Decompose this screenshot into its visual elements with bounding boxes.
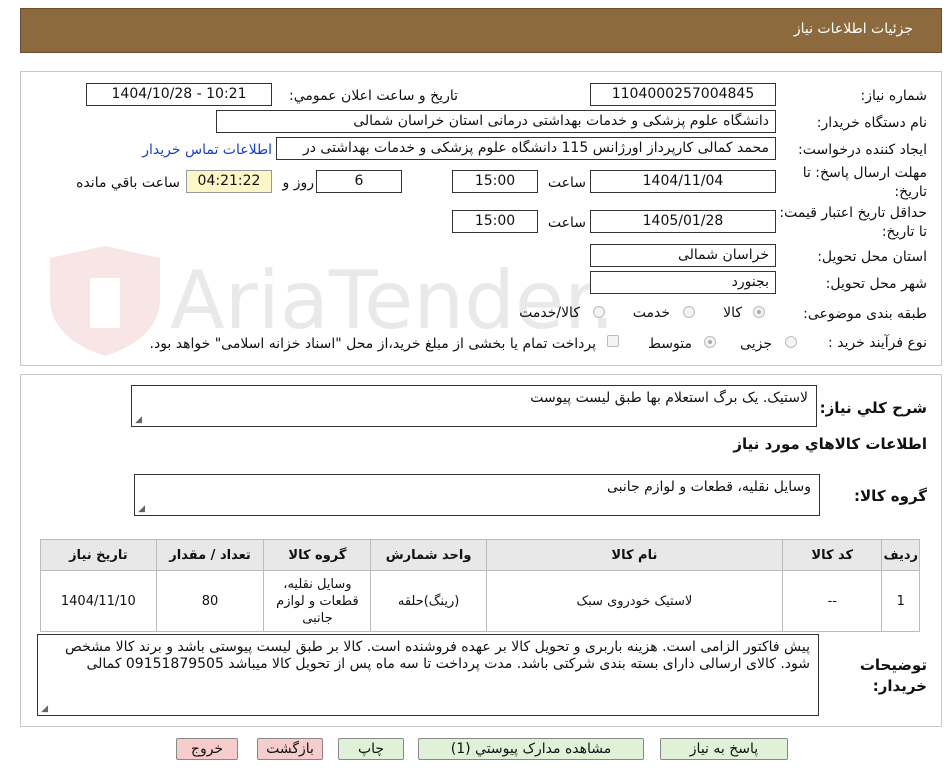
category-radio-service[interactable] xyxy=(683,306,695,318)
category-radio-goods[interactable] xyxy=(753,306,765,318)
col-qty: تعداد / مقدار xyxy=(155,539,265,571)
need-number-field: 1104000257004845 xyxy=(590,83,776,106)
validity-time-field: 15:00 xyxy=(452,210,538,233)
cell-unit: (رینگ)حلقه xyxy=(370,570,487,632)
treasury-payment-checkbox[interactable] xyxy=(607,335,619,347)
process-radio-minor[interactable] xyxy=(785,336,797,348)
resize-grip-icon[interactable]: ◢ xyxy=(137,505,145,514)
col-row: ردیف xyxy=(881,539,920,571)
requester-label: ایجاد کننده درخواست: xyxy=(798,142,927,158)
province-label: استان محل تحویل: xyxy=(817,249,927,265)
print-button[interactable]: چاپ xyxy=(338,738,404,760)
goods-group-textarea[interactable]: وسایل نقلیه، قطعات و لوازم جانبی ◢ xyxy=(134,474,820,516)
validity-time-label: ساعت xyxy=(547,215,586,231)
buyer-notes-textarea[interactable]: پیش فاکتور الزامی است. هزینه باربری و تح… xyxy=(37,634,819,716)
remaining-label: ساعت باقي مانده xyxy=(76,175,180,191)
category-radio-goods-service[interactable] xyxy=(593,306,605,318)
summary-textarea[interactable]: لاستیک. یک برگ استعلام بها طبق لیست پیوس… xyxy=(131,385,817,427)
category-option-service: خدمت xyxy=(632,305,670,321)
page-header: جزئیات اطلاعات نیاز xyxy=(20,8,942,53)
buyer-org-field: دانشگاه علوم پزشکی و خدمات بهداشتی درمان… xyxy=(216,110,776,133)
col-group: گروه کالا xyxy=(263,539,372,571)
cell-code: -- xyxy=(782,570,883,632)
reply-button[interactable]: پاسخ به نياز xyxy=(660,738,788,760)
process-radio-medium[interactable] xyxy=(704,336,716,348)
requester-field: محمد کمالی کارپرداز اورژانس 115 دانشگاه … xyxy=(276,137,776,160)
table-header-row: ردیف کد کالا نام کالا واحد شمارش گروه کا… xyxy=(40,539,920,571)
buyer-notes-label: توضیحات خریدار: xyxy=(859,656,927,695)
category-option-goods: کالا xyxy=(723,305,742,321)
deadline-date-field: 1404/11/04 xyxy=(590,170,776,193)
cell-qty: 80 xyxy=(155,570,265,632)
remaining-time-field: 04:21:22 xyxy=(186,170,272,193)
col-code: کد کالا xyxy=(782,539,883,571)
announce-field: 1404/10/28 - 10:21 xyxy=(86,83,272,106)
summary-label: شرح کلي نياز: xyxy=(819,399,927,417)
contact-buyer-link[interactable]: اطلاعات تماس خریدار xyxy=(142,142,272,158)
col-unit: واحد شمارش xyxy=(370,539,487,571)
resize-grip-icon[interactable]: ◢ xyxy=(134,416,142,425)
process-label: نوع فرآیند خرید : xyxy=(828,335,927,351)
cell-row: 1 xyxy=(881,570,920,632)
page-title: جزئیات اطلاعات نیاز xyxy=(793,21,913,37)
cell-group: وسایل نقلیه، قطعات و لوازم جانبی xyxy=(263,570,372,632)
buyer-notes-text: پیش فاکتور الزامی است. هزینه باربری و تح… xyxy=(64,639,810,672)
col-name: نام کالا xyxy=(485,539,784,571)
deadline-time-label: ساعت xyxy=(547,175,586,191)
category-label: طبقه بندی موضوعی: xyxy=(803,306,927,322)
goods-group-label: گروه کالا: xyxy=(854,487,927,505)
validity-date-field: 1405/01/28 xyxy=(590,210,776,233)
need-number-label: شماره نیاز: xyxy=(860,88,928,104)
goods-group-text: وسایل نقلیه، قطعات و لوازم جانبی xyxy=(606,479,811,495)
view-attachments-button[interactable]: مشاهده مدارک پیوستي (1) xyxy=(418,738,644,760)
province-field: خراسان شمالی xyxy=(590,244,776,267)
city-field: بجنورد xyxy=(590,271,776,294)
city-label: شهر محل تحویل: xyxy=(825,276,927,292)
cell-date: 1404/11/10 xyxy=(40,570,157,632)
category-option-goods-service: کالا/خدمت xyxy=(519,305,580,321)
announce-label: تاریخ و ساعت اعلان عمومي: xyxy=(289,88,458,104)
col-date: تاریخ نیاز xyxy=(40,539,157,571)
back-button[interactable]: بازگشت xyxy=(257,738,323,760)
resize-grip-icon[interactable]: ◢ xyxy=(40,705,48,714)
days-remaining-field: 6 xyxy=(316,170,402,193)
cell-name: لاستیک خودروی سبک xyxy=(485,570,784,632)
deadline-label: مهلت ارسال پاسخ: تا تاریخ: xyxy=(802,165,927,200)
validity-label: حداقل تاریخ اعتبار قیمت: تا تاریخ: xyxy=(779,205,927,240)
days-label: روز و xyxy=(282,175,315,191)
process-option-medium: متوسط xyxy=(648,336,692,352)
table-row: 1 -- لاستیک خودروی سبک (رینگ)حلقه وسایل … xyxy=(40,570,920,632)
exit-button[interactable]: خروج xyxy=(176,738,238,760)
process-option-minor: جزیی xyxy=(740,336,772,352)
goods-section-title: اطلاعات کالاهاي مورد نياز xyxy=(733,435,927,453)
deadline-time-field: 15:00 xyxy=(452,170,538,193)
buyer-org-label: نام دستگاه خریدار: xyxy=(816,115,927,131)
goods-table: ردیف کد کالا نام کالا واحد شمارش گروه کا… xyxy=(40,539,920,632)
summary-text: لاستیک. یک برگ استعلام بها طبق لیست پیوس… xyxy=(530,390,808,406)
treasury-payment-note: پرداخت تمام یا بخشی از مبلغ خرید،از محل … xyxy=(149,336,596,352)
